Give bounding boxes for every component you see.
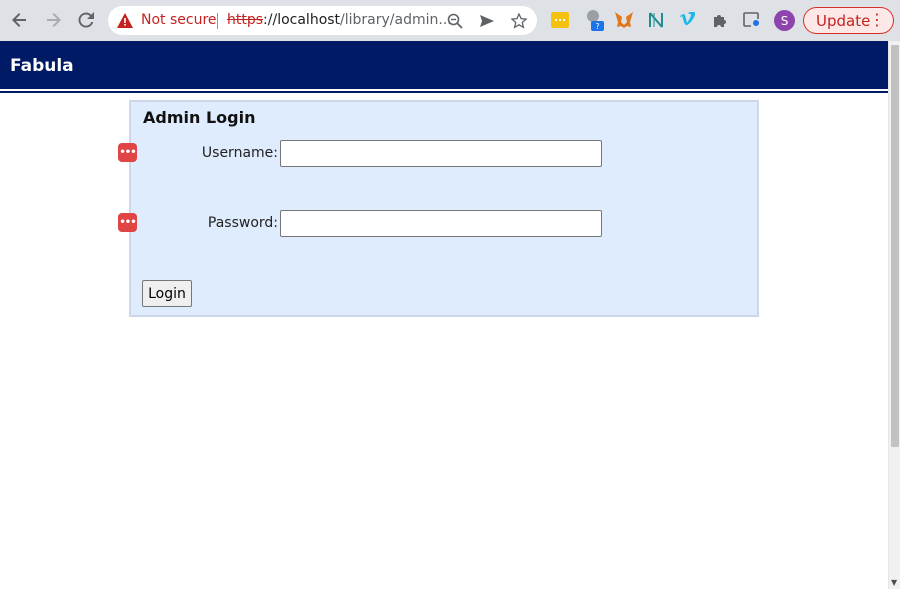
metamask-icon[interactable] — [614, 10, 634, 30]
send-icon[interactable] — [477, 11, 497, 31]
more-menu-icon[interactable]: ⋮ — [869, 11, 885, 29]
back-icon[interactable] — [9, 9, 31, 31]
browser-toolbar: Not secure https://localhost/library/adm… — [0, 0, 900, 41]
media-icon[interactable] — [742, 10, 762, 30]
zoom-icon[interactable] — [445, 11, 465, 31]
security-status[interactable]: Not secure — [141, 12, 217, 28]
vertical-scrollbar[interactable]: ▼ — [888, 41, 900, 589]
page-content: Fabula Admin Login Username: Password: L… — [0, 41, 888, 589]
scroll-down-arrow-icon[interactable]: ▼ — [891, 578, 897, 587]
password-manager-icon[interactable]: ••• — [118, 143, 137, 162]
password-field[interactable] — [280, 210, 602, 237]
url-scheme: https — [227, 12, 264, 28]
url-path: /library/admin... — [340, 12, 452, 28]
extension-yellow-icon[interactable] — [550, 10, 570, 30]
url-host: ://localhost — [263, 12, 341, 28]
vimeo-icon[interactable] — [678, 10, 698, 30]
divider — [217, 13, 218, 29]
svg-text:?: ? — [595, 22, 599, 31]
forward-icon[interactable] — [42, 9, 64, 31]
bookmark-star-icon[interactable] — [509, 11, 529, 31]
puzzle-icon[interactable] — [710, 10, 730, 30]
login-title: Admin Login — [143, 108, 256, 127]
address-bar[interactable]: Not secure https://localhost/library/adm… — [108, 6, 537, 35]
url-text[interactable]: https://localhost/library/admin... — [227, 12, 452, 28]
username-field[interactable] — [280, 140, 602, 167]
username-label: Username: — [201, 145, 278, 161]
header-underline — [0, 91, 888, 93]
password-manager-icon[interactable]: ••• — [118, 213, 137, 232]
login-panel: Admin Login Username: Password: Login — [129, 100, 759, 317]
scrollbar-thumb[interactable] — [891, 45, 899, 447]
update-button[interactable]: Update ⋮ — [803, 7, 894, 34]
reload-icon[interactable] — [75, 9, 97, 31]
site-header: Fabula — [0, 41, 888, 91]
password-label: Password: — [207, 215, 278, 231]
site-brand[interactable]: Fabula — [10, 56, 74, 76]
avatar[interactable]: S — [774, 10, 795, 31]
login-button[interactable]: Login — [142, 280, 192, 307]
update-label: Update — [816, 11, 871, 30]
extension-n-icon[interactable] — [646, 10, 666, 30]
warning-icon — [117, 13, 133, 28]
extension-badge-icon[interactable]: ? — [584, 10, 604, 31]
